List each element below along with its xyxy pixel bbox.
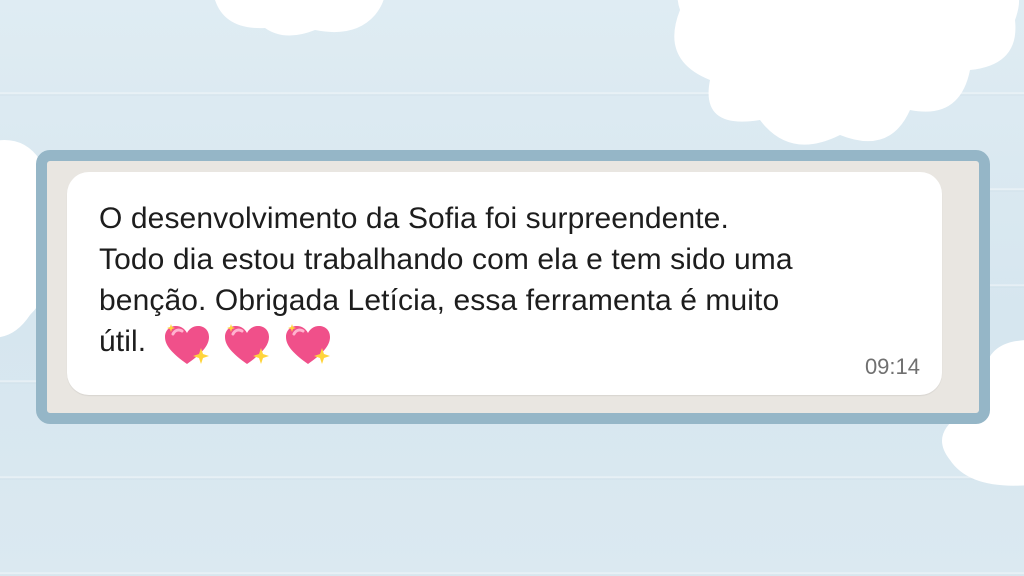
message-text: O desenvolvimento da Sofia foi surpreend… (99, 198, 919, 379)
message-timestamp: 09:14 (864, 354, 920, 379)
message-line-text: útil. (99, 325, 147, 358)
message-bubble: O desenvolvimento da Sofia foi surpreend… (67, 172, 942, 395)
chat-screenshot-frame: O desenvolvimento da Sofia foi surpreend… (36, 150, 990, 424)
message-line-last: útil. (99, 321, 919, 379)
sparkling-heart-icon (284, 323, 332, 379)
sparkling-heart-icon (163, 323, 211, 379)
cloud-top-right (660, 0, 1024, 160)
message-line: benção. Obrigada Letícia, essa ferrament… (99, 284, 780, 317)
emoji-group (163, 323, 336, 379)
sparkling-heart-icon (223, 323, 271, 379)
cloud-top-left (205, 0, 395, 40)
message-line: O desenvolvimento da Sofia foi surpreend… (99, 202, 729, 235)
message-line: Todo dia estou trabalhando com ela e tem… (99, 243, 793, 276)
